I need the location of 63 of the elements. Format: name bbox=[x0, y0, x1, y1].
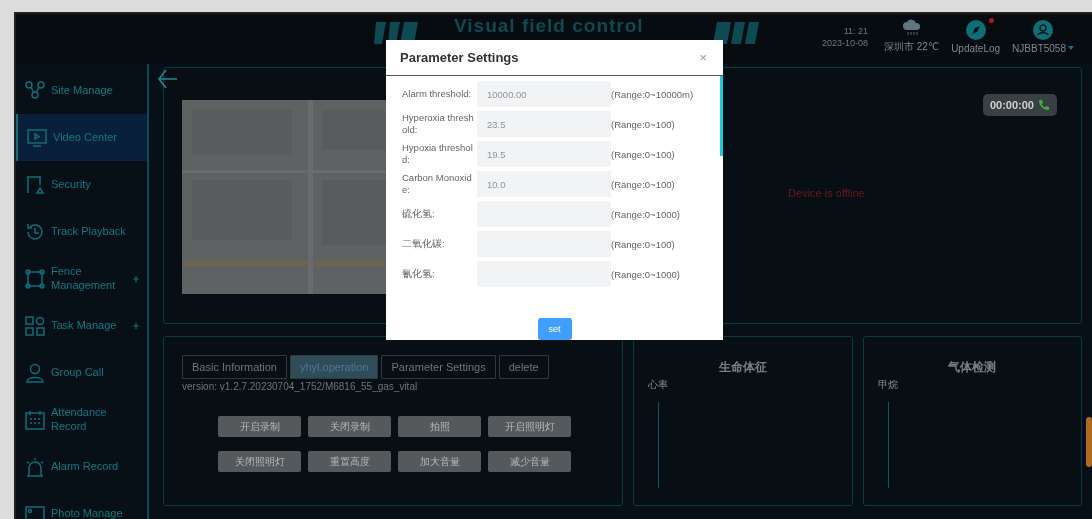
user-menu[interactable]: NJBBT5058 bbox=[1012, 42, 1074, 54]
field-label: Hypoxia threshold: bbox=[402, 142, 474, 166]
field-label: 二氧化碳: bbox=[402, 238, 446, 250]
clock-time: 11: 21 bbox=[843, 25, 868, 36]
sidebar-item[interactable]: Security bbox=[16, 161, 147, 208]
device-status-text: Device is offline bbox=[788, 187, 865, 199]
security-icon bbox=[24, 173, 46, 196]
input-field[interactable]: 23.5 bbox=[477, 111, 611, 137]
sidebar-item[interactable]: Track Playback bbox=[16, 208, 147, 255]
sidebar-item[interactable]: Site Manage bbox=[16, 67, 147, 114]
monitor-icon bbox=[26, 126, 48, 149]
back-arrow-icon[interactable] bbox=[156, 68, 178, 90]
field-label: 硫化氢: bbox=[402, 208, 436, 220]
caret-icon bbox=[1068, 46, 1074, 50]
call-timer: 00:00:00 bbox=[982, 94, 1057, 116]
calendar-icon bbox=[24, 408, 46, 431]
range-hint: (Range:0~100) bbox=[611, 148, 675, 160]
sidebar-item[interactable]: Attendance Record bbox=[16, 396, 147, 443]
set-button[interactable]: set bbox=[537, 318, 572, 340]
field-label: Alarm threshold: bbox=[402, 88, 473, 100]
weather-text: 深圳市 22℃ bbox=[884, 40, 940, 54]
page-title: Visual field control bbox=[454, 15, 644, 37]
tab[interactable]: Basic Information bbox=[182, 355, 287, 379]
scrollbar-thumb[interactable] bbox=[1086, 417, 1092, 467]
network-icon bbox=[24, 79, 46, 102]
update-log-label: UpdateLog bbox=[951, 42, 1001, 54]
header-decoration-icon bbox=[711, 22, 761, 44]
panel-title: 生命体征 bbox=[718, 359, 767, 376]
input-field[interactable]: 19.5 bbox=[477, 141, 611, 167]
axis-label: 甲烷 bbox=[877, 378, 899, 392]
version-text: version: v1.2.7.20230704_1752/M6816_55_gas_vital bbox=[182, 381, 419, 392]
tab[interactable]: delete bbox=[498, 355, 549, 379]
grid-icon bbox=[24, 314, 46, 337]
input-field[interactable]: 10000.00 bbox=[477, 81, 611, 107]
scrollbar-thumb[interactable] bbox=[720, 76, 723, 156]
phone-icon[interactable] bbox=[1038, 99, 1050, 111]
range-hint: (Range:0~1000) bbox=[611, 268, 680, 280]
field-label: 氰化氢: bbox=[402, 268, 436, 280]
range-hint: (Range:0~100) bbox=[611, 238, 675, 250]
range-hint: (Range:0~1000) bbox=[611, 208, 680, 220]
panel-title: 气体检测 bbox=[948, 359, 997, 376]
fence-icon bbox=[24, 267, 46, 290]
sidebar-item[interactable]: Fence Management bbox=[16, 255, 147, 302]
rain-cloud-icon bbox=[901, 19, 922, 37]
tab[interactable]: Parameter Settings bbox=[381, 355, 496, 379]
range-hint: (Range:0~100) bbox=[611, 118, 675, 130]
user-avatar-icon[interactable] bbox=[1033, 19, 1054, 40]
alarm-icon bbox=[24, 455, 46, 478]
user-icon bbox=[24, 361, 46, 384]
field-label: Carbon Monoxide: bbox=[402, 172, 473, 196]
range-hint: (Range:0~100) bbox=[611, 178, 675, 190]
sidebar-item[interactable]: Alarm Record bbox=[16, 443, 147, 490]
sidebar-item[interactable]: Task Manage bbox=[16, 302, 147, 349]
range-hint: (Range:0~10000m) bbox=[611, 88, 694, 100]
sidebar-item[interactable]: Photo Manage bbox=[16, 490, 147, 519]
clock-date: 2023-10-08 bbox=[821, 37, 868, 48]
sidebar-item[interactable]: Group Call bbox=[16, 349, 147, 396]
field-label: Hyperoxia threshold: bbox=[402, 112, 475, 136]
axis-label: 心率 bbox=[648, 378, 669, 392]
sidebar-item[interactable]: Video Center bbox=[16, 114, 147, 161]
close-button[interactable]: × bbox=[697, 50, 709, 65]
input-field[interactable]: 10.0 bbox=[477, 171, 611, 197]
dialog-title: Parameter Settings bbox=[400, 50, 519, 65]
